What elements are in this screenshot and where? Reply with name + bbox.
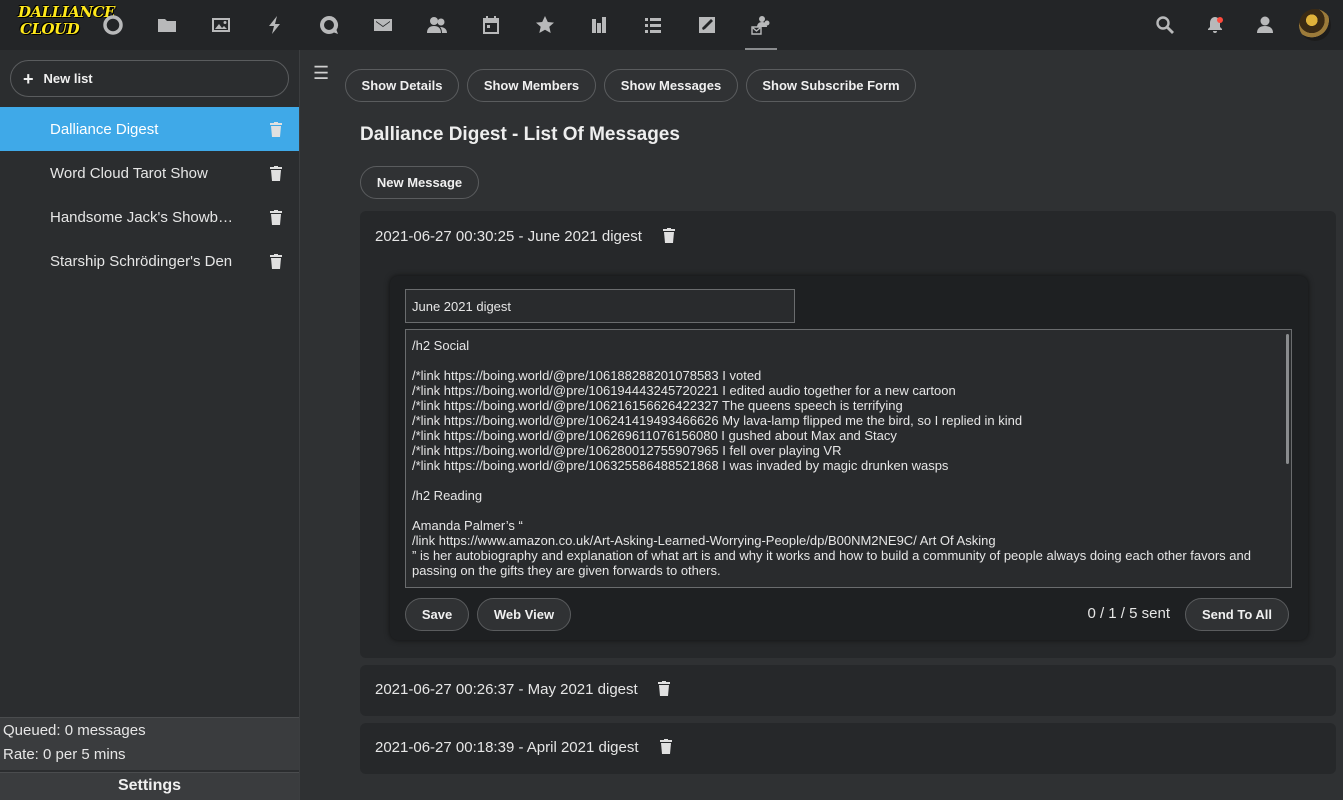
message-title: 2021-06-27 00:18:39 - April 2021 digest bbox=[375, 739, 639, 756]
web-view-button[interactable]: Web View bbox=[477, 598, 571, 631]
sidebar-item-handsome-jacks-showboat[interactable]: Handsome Jack's Showboat bbox=[0, 195, 299, 239]
body-line: /*link https://boing.world/@pre/10632558… bbox=[412, 458, 949, 473]
body-line: ” is her autobiography and explanation o… bbox=[412, 548, 1255, 578]
show-details-button[interactable]: Show Details bbox=[345, 69, 459, 102]
trash-icon[interactable] bbox=[657, 680, 671, 696]
queued-status: Queued: 0 messages bbox=[3, 722, 146, 739]
page-title: Dalliance Digest - List Of Messages bbox=[360, 124, 680, 145]
user-icon[interactable] bbox=[1253, 13, 1277, 37]
body-line: /h2 Social bbox=[412, 338, 470, 353]
sidebar-item-word-cloud-tarot-show[interactable]: Word Cloud Tarot Show bbox=[0, 151, 299, 195]
show-subscribe-form-button[interactable]: Show Subscribe Form bbox=[746, 69, 916, 102]
search-icon[interactable] bbox=[1153, 13, 1177, 37]
logo-line-2: CLOUD bbox=[20, 20, 80, 38]
sidebar-item-label: Word Cloud Tarot Show bbox=[50, 164, 208, 182]
save-button[interactable]: Save bbox=[405, 598, 469, 631]
plus-icon: + bbox=[23, 68, 34, 89]
scrollbar[interactable] bbox=[1286, 334, 1289, 464]
body-line: /*link https://boing.world/@pre/10621615… bbox=[412, 398, 903, 413]
message-header[interactable]: 2021-06-27 00:18:39 - April 2021 digest bbox=[375, 739, 639, 756]
newsletter-icon[interactable] bbox=[745, 13, 777, 50]
new-message-button[interactable]: New Message bbox=[360, 166, 479, 199]
contacts-icon[interactable] bbox=[425, 13, 449, 37]
sidebar-item-label: Dalliance Digest bbox=[50, 120, 159, 138]
circle-icon[interactable] bbox=[101, 13, 125, 37]
sent-status: 0 / 1 / 5 sent bbox=[1087, 605, 1170, 622]
notification-badge bbox=[1217, 17, 1223, 23]
send-to-all-button[interactable]: Send To All bbox=[1185, 598, 1289, 631]
show-messages-button[interactable]: Show Messages bbox=[604, 69, 738, 102]
mail-icon[interactable] bbox=[371, 13, 395, 37]
image-icon[interactable] bbox=[209, 13, 233, 37]
body-line: /*link https://boing.world/@pre/10628001… bbox=[412, 443, 842, 458]
menu-toggle-icon[interactable]: ☰ bbox=[313, 64, 329, 82]
body-line: Amanda Palmer’s “ bbox=[412, 518, 523, 533]
calendar-icon[interactable] bbox=[479, 13, 503, 37]
trash-icon[interactable] bbox=[659, 738, 673, 754]
logo-line-1: DALLIANCE bbox=[18, 3, 115, 21]
body-line: /*link https://boing.world/@pre/10624141… bbox=[412, 413, 1023, 428]
chart-icon[interactable] bbox=[587, 13, 611, 37]
sidebar-item-label: Starship Schrödinger's Den bbox=[50, 252, 233, 270]
trash-icon[interactable] bbox=[269, 165, 283, 181]
edit-icon[interactable] bbox=[695, 13, 719, 37]
message-card: 2021-06-27 00:18:39 - April 2021 digest bbox=[360, 723, 1336, 774]
body-line: /link https://www.amazon.co.uk/Art-Askin… bbox=[412, 533, 996, 548]
trash-icon[interactable] bbox=[269, 253, 283, 269]
body-line bbox=[412, 473, 1267, 488]
body-line: /h2 Reading bbox=[412, 488, 483, 503]
trash-icon[interactable] bbox=[269, 209, 283, 225]
new-list-button[interactable]: + New list bbox=[10, 60, 289, 97]
sidebar-item-dalliance-digest[interactable]: Dalliance Digest bbox=[0, 107, 299, 151]
message-body-textarea[interactable]: /h2 Social /*link https://boing.world/@pr… bbox=[405, 329, 1292, 588]
lightning-icon[interactable] bbox=[263, 13, 287, 37]
rate-status: Rate: 0 per 5 mins bbox=[3, 746, 126, 763]
message-title: 2021-06-27 00:26:37 - May 2021 digest bbox=[375, 681, 638, 698]
sidebar-item-label: Handsome Jack's Showboat bbox=[50, 208, 234, 226]
body-line: /*link https://boing.world/@pre/10626961… bbox=[412, 428, 897, 443]
body-line: /*link https://boing.world/@pre/10619444… bbox=[412, 383, 956, 398]
body-line: /*link https://boing.world/@pre/10618828… bbox=[412, 368, 762, 383]
folder-icon[interactable] bbox=[155, 13, 179, 37]
settings-button[interactable]: Settings bbox=[0, 772, 299, 800]
body-line bbox=[412, 503, 1267, 518]
bell-icon[interactable] bbox=[1203, 13, 1227, 37]
queue-stats: Queued: 0 messages Rate: 0 per 5 mins bbox=[0, 717, 299, 770]
chat-icon[interactable] bbox=[317, 13, 341, 37]
sidebar-item-starship-schrodingers[interactable]: Starship Schrödinger's Den bbox=[0, 239, 299, 283]
message-header[interactable]: 2021-06-27 00:26:37 - May 2021 digest bbox=[375, 681, 638, 698]
message-card: 2021-06-27 00:26:37 - May 2021 digest bbox=[360, 665, 1336, 716]
message-title: 2021-06-27 00:30:25 - June 2021 digest bbox=[375, 228, 642, 245]
body-line bbox=[412, 353, 1267, 368]
list-icon[interactable] bbox=[641, 13, 665, 37]
new-list-label: New list bbox=[43, 71, 93, 86]
subject-input[interactable] bbox=[405, 289, 795, 323]
trash-icon[interactable] bbox=[269, 121, 283, 137]
app-logo[interactable]: DALLIANCE CLOUD bbox=[18, 3, 115, 46]
trash-icon[interactable] bbox=[662, 227, 676, 243]
star-icon[interactable] bbox=[533, 13, 557, 37]
show-members-button[interactable]: Show Members bbox=[467, 69, 596, 102]
avatar[interactable] bbox=[1299, 9, 1331, 41]
top-navigation-bar: DALLIANCE CLOUD bbox=[0, 0, 1343, 50]
message-body-text: /h2 Social /*link https://boing.world/@pr… bbox=[406, 330, 1291, 578]
message-header[interactable]: 2021-06-27 00:30:25 - June 2021 digest bbox=[375, 228, 642, 245]
sidebar: + New list Dalliance Digest Word Cloud T… bbox=[0, 50, 300, 800]
